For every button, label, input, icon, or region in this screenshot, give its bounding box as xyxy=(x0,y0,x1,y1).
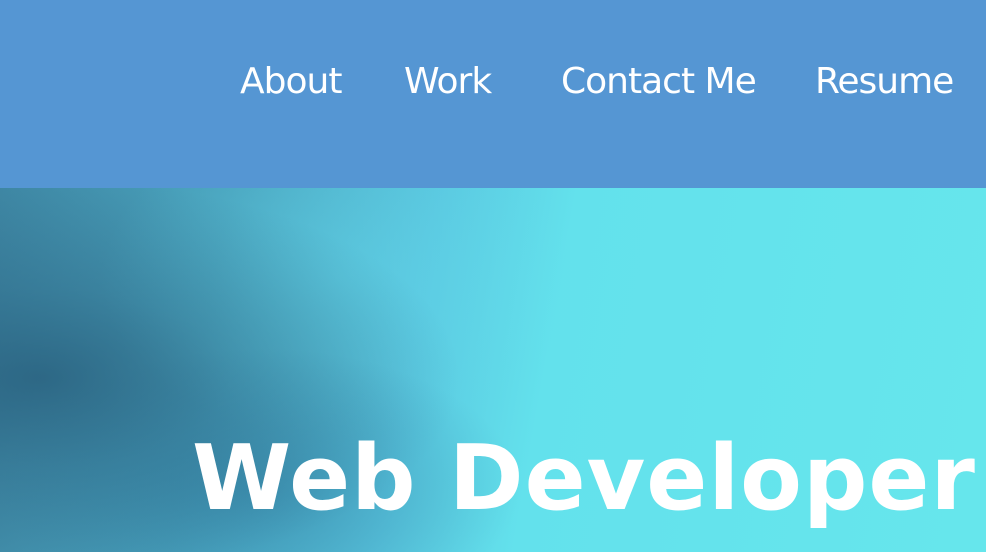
nav-link-work[interactable]: Work xyxy=(404,58,492,106)
nav-link-resume[interactable]: Resume xyxy=(815,58,954,106)
nav-link-about[interactable]: About xyxy=(240,58,342,106)
nav-link-contact-me[interactable]: Contact Me xyxy=(561,58,757,106)
hero-banner: Web Developer xyxy=(0,188,986,552)
nav-menu: About Work Contact Me Resume xyxy=(0,58,986,106)
top-navigation-bar: About Work Contact Me Resume xyxy=(0,0,986,188)
page: About Work Contact Me Resume Web Develop… xyxy=(0,0,986,552)
hero-title: Web Developer xyxy=(192,426,976,531)
